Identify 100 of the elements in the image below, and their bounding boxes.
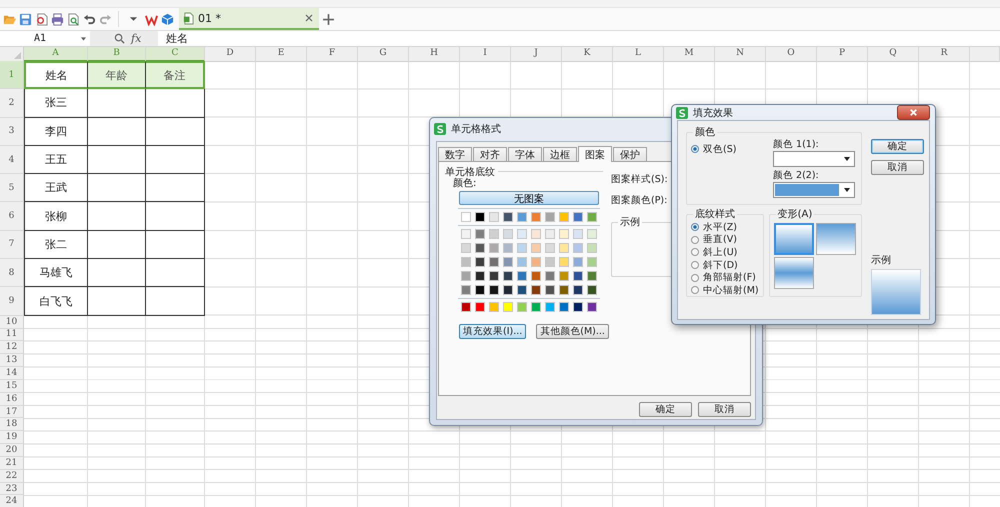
color-swatch[interactable] (587, 229, 597, 239)
color-swatch[interactable] (587, 302, 597, 312)
tab[interactable]: 边框 (543, 147, 577, 161)
color-swatch[interactable] (503, 212, 513, 222)
save-icon[interactable] (19, 12, 32, 26)
color-swatch[interactable] (503, 243, 513, 253)
new-tab-icon[interactable] (322, 12, 335, 26)
color-swatch[interactable] (503, 257, 513, 267)
color-swatch[interactable] (559, 243, 569, 253)
color-swatch[interactable] (461, 302, 471, 312)
color-swatch[interactable] (517, 212, 527, 222)
row-header[interactable]: 14 (0, 367, 24, 380)
caret-icon[interactable] (844, 157, 850, 161)
color-swatch[interactable] (475, 243, 485, 253)
column-header[interactable]: L (613, 47, 664, 62)
color-swatch[interactable] (531, 212, 541, 222)
color-swatch[interactable] (559, 257, 569, 267)
color-swatch[interactable] (531, 302, 541, 312)
color-swatch[interactable] (503, 271, 513, 281)
row-header[interactable]: 23 (0, 482, 24, 496)
row-header[interactable]: 8 (0, 259, 24, 288)
column-header[interactable]: R (919, 47, 970, 62)
radio-button[interactable] (691, 145, 699, 154)
caret-icon[interactable] (844, 188, 850, 192)
column-header[interactable]: G (358, 47, 409, 62)
color-swatch[interactable] (475, 257, 485, 267)
row-header[interactable]: 6 (0, 202, 24, 231)
tab[interactable]: 保护 (613, 147, 647, 161)
column-header[interactable]: N (715, 47, 766, 62)
color-swatch[interactable] (559, 229, 569, 239)
radio-button[interactable] (691, 248, 699, 256)
column-header[interactable]: I (460, 47, 511, 62)
app-logo-icon[interactable] (145, 12, 158, 26)
color-swatch[interactable] (573, 229, 583, 239)
row-header[interactable]: 12 (0, 341, 24, 354)
close-button[interactable] (897, 105, 930, 120)
radio-button[interactable] (691, 286, 699, 294)
row-header[interactable]: 2 (0, 89, 24, 118)
cancel-button[interactable]: 取消 (698, 402, 751, 417)
row-header[interactable]: 4 (0, 146, 24, 174)
color-swatch[interactable] (573, 212, 583, 222)
color-swatch[interactable] (587, 271, 597, 281)
color-swatch[interactable] (475, 271, 485, 281)
color-swatch[interactable] (559, 302, 569, 312)
corner-triangle-icon[interactable] (14, 52, 21, 59)
ok-button[interactable]: 确定 (639, 402, 692, 417)
color-swatch[interactable] (587, 212, 597, 222)
color-swatch[interactable] (489, 243, 499, 253)
tab[interactable]: 图案 (578, 146, 612, 162)
color-swatch[interactable] (475, 285, 485, 295)
column-header[interactable]: D (205, 47, 256, 62)
color-swatch[interactable] (531, 271, 541, 281)
column-header[interactable] (970, 47, 1000, 62)
row-header[interactable]: 16 (0, 392, 24, 406)
row-header[interactable]: 11 (0, 328, 24, 342)
color-swatch[interactable] (489, 212, 499, 222)
ok-button[interactable]: 确定 (871, 139, 924, 154)
column-header[interactable]: P (817, 47, 868, 62)
export-document-icon[interactable] (35, 12, 48, 26)
color-swatch[interactable] (587, 285, 597, 295)
color-swatch[interactable] (475, 212, 485, 222)
color-swatch[interactable] (573, 243, 583, 253)
function-button[interactable]: fx (131, 32, 142, 45)
color-swatch[interactable] (573, 302, 583, 312)
row-header[interactable]: 21 (0, 456, 24, 470)
color-swatch[interactable] (545, 302, 555, 312)
color-swatch[interactable] (461, 243, 471, 253)
row-header[interactable]: 17 (0, 406, 24, 418)
color-swatch[interactable] (559, 271, 569, 281)
row-header[interactable]: 15 (0, 380, 24, 393)
row-header[interactable]: 9 (0, 287, 24, 316)
color-swatch[interactable] (517, 302, 527, 312)
color-swatch[interactable] (587, 257, 597, 267)
color-swatch[interactable] (573, 285, 583, 295)
color-swatch[interactable] (517, 285, 527, 295)
color-swatch[interactable] (545, 257, 555, 267)
color-swatch[interactable] (531, 243, 541, 253)
cube-icon[interactable] (161, 12, 174, 26)
column-header[interactable]: E (256, 47, 307, 62)
color-swatch[interactable] (517, 257, 527, 267)
row-header[interactable]: 20 (0, 444, 24, 457)
column-header[interactable]: Q (868, 47, 919, 62)
color-swatch[interactable] (503, 229, 513, 239)
caret-icon[interactable] (129, 16, 138, 22)
color-swatch[interactable] (573, 271, 583, 281)
fill-effects-button[interactable]: 填充效果(I)... (459, 324, 526, 339)
color-swatch[interactable] (461, 271, 471, 281)
color-swatch[interactable] (531, 285, 541, 295)
search-icon[interactable] (114, 33, 125, 44)
color-swatch[interactable] (475, 302, 485, 312)
select-all-corner[interactable] (0, 47, 24, 62)
undo-icon[interactable] (83, 12, 96, 26)
color-swatch[interactable] (573, 257, 583, 267)
color-swatch[interactable] (559, 212, 569, 222)
color-swatch[interactable] (489, 302, 499, 312)
color-swatch[interactable] (461, 285, 471, 295)
color-swatch[interactable] (517, 271, 527, 281)
no-pattern-button[interactable]: 无图案 (459, 191, 599, 205)
color-swatch[interactable] (545, 285, 555, 295)
gradient-variant[interactable] (774, 257, 814, 289)
